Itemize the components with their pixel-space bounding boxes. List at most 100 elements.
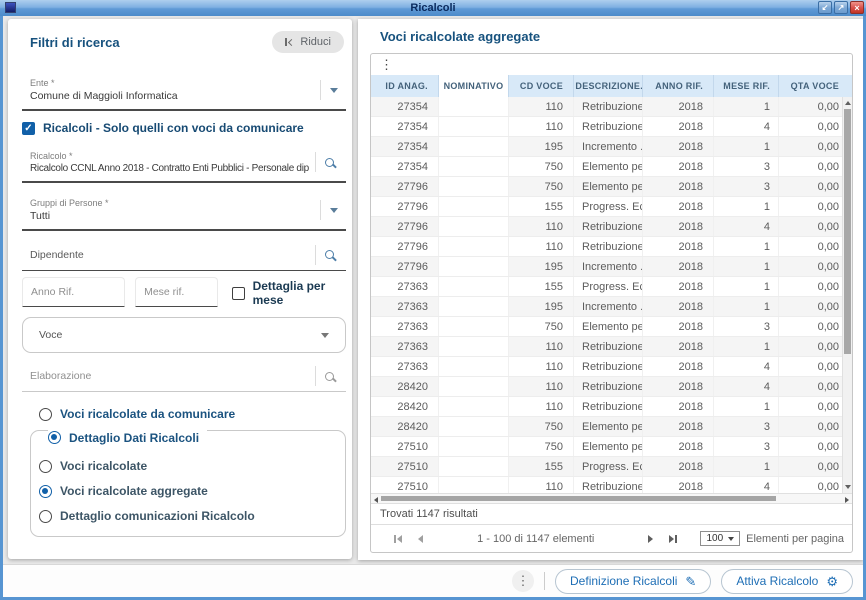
table-row[interactable]: 27363195Incremento ...201810,00 — [371, 297, 844, 317]
mese-rif-field[interactable]: Mese rif. — [135, 277, 218, 307]
ricalcolo-field[interactable]: Ricalcolo * Ricalcolo CCNL Anno 2018 - C… — [22, 145, 346, 183]
more-actions-button[interactable]: ⋮ — [512, 570, 534, 592]
radio-icon[interactable] — [39, 510, 52, 523]
radio-dettaglio-dati-ricalcoli[interactable]: Dettaglio Dati Ricalcoli — [48, 430, 207, 446]
table-cell: Retribuzione... — [574, 97, 643, 116]
anno-rif-field[interactable]: Anno Rif. — [22, 277, 125, 307]
table-cell: 27354 — [371, 117, 439, 136]
table-cell: Elemento pe... — [574, 157, 643, 176]
table-row[interactable]: 27796195Incremento ...201810,00 — [371, 257, 844, 277]
table-row[interactable]: 27354110Retribuzione...201840,00 — [371, 117, 844, 137]
radio-voci-ricalcolate-da-comunicare[interactable]: Voci ricalcolate da comunicare — [39, 406, 346, 422]
next-page-button[interactable] — [648, 535, 653, 543]
table-cell: 27796 — [371, 217, 439, 236]
table-cell: 1 — [714, 297, 779, 316]
dettaglio-dati-fieldset: Dettaglio Dati Ricalcoli Voci ricalcolat… — [30, 430, 346, 537]
table-row[interactable]: 28420750Elemento pe...201830,00 — [371, 417, 844, 437]
table-row[interactable]: 27354750Elemento pe...201830,00 — [371, 157, 844, 177]
search-icon[interactable] — [325, 158, 334, 167]
page-size-select[interactable]: 100 — [700, 531, 740, 546]
collapse-filters-button[interactable]: Riduci — [272, 31, 344, 53]
horizontal-scrollbar[interactable] — [371, 493, 852, 504]
gruppi-value: Tutti — [30, 210, 314, 222]
radio-voci-ricalcolate-aggregate[interactable]: Voci ricalcolate aggregate — [39, 483, 337, 499]
radio-icon[interactable] — [48, 431, 61, 444]
table-cell: 0,00 — [779, 477, 844, 493]
close-window-button[interactable]: × — [850, 1, 864, 14]
table-row[interactable]: 28420110Retribuzione...201810,00 — [371, 397, 844, 417]
definizione-ricalcoli-button[interactable]: Definizione Ricalcoli ✎ — [555, 569, 711, 594]
table-cell: 2018 — [643, 137, 714, 156]
chevron-down-icon[interactable] — [330, 88, 338, 93]
column-header-cd-voce[interactable]: CD VOCE — [509, 75, 574, 97]
maximize-window-button[interactable]: ↗ — [834, 1, 848, 14]
ente-field[interactable]: Ente * Comune di Maggioli Informatica — [22, 73, 346, 111]
radio-icon[interactable] — [39, 485, 52, 498]
column-header-nominativo[interactable]: NOMINATIVO — [439, 75, 509, 97]
restore-window-button[interactable]: ↙ — [818, 1, 832, 14]
column-header-descrizione[interactable]: DESCRIZIONE... — [574, 75, 643, 97]
vertical-scroll-thumb[interactable] — [844, 109, 851, 354]
radio-icon[interactable] — [39, 460, 52, 473]
attiva-ricalcolo-button[interactable]: Attiva Ricalcolo ⚙ — [721, 569, 853, 594]
table-cell: 750 — [509, 157, 574, 176]
gruppi-field[interactable]: Gruppi di Persone * Tutti — [22, 193, 346, 231]
table-cell — [439, 297, 509, 316]
table-row[interactable]: 27796155Progress. Ec...201810,00 — [371, 197, 844, 217]
app-window: Ricalcoli ↙ ↗ × Filtri di ricerca Riduci… — [0, 0, 866, 600]
table-row[interactable]: 27510155Progress. Ec...201810,00 — [371, 457, 844, 477]
vertical-scrollbar[interactable] — [842, 97, 852, 493]
search-icon[interactable] — [325, 372, 334, 381]
chevron-down-icon[interactable] — [330, 208, 338, 213]
chevron-down-icon[interactable] — [321, 333, 329, 338]
first-page-button[interactable] — [394, 535, 402, 543]
column-header-id-anag[interactable]: ID ANAG. — [371, 75, 439, 97]
dipendente-field[interactable]: Dipendente — [22, 241, 346, 271]
column-header-anno-rif[interactable]: ANNO RIF. — [643, 75, 714, 97]
table-row[interactable]: 27510750Elemento pe...201830,00 — [371, 437, 844, 457]
checkbox-icon[interactable] — [22, 122, 35, 135]
table-row[interactable]: 28420110Retribuzione...201840,00 — [371, 377, 844, 397]
window-titlebar[interactable]: Ricalcoli ↙ ↗ × — [0, 0, 866, 16]
column-header-mese-rif[interactable]: MESE RIF. — [714, 75, 779, 97]
column-header-qta-voce[interactable]: QTA VOCE — [779, 75, 844, 97]
table-cell: 195 — [509, 257, 574, 276]
table-cell: 110 — [509, 377, 574, 396]
search-icon[interactable] — [325, 250, 334, 259]
radio-voci-ricalcolate[interactable]: Voci ricalcolate — [39, 458, 337, 474]
table-cell: Progress. Ec... — [574, 277, 643, 296]
table-cell: 27363 — [371, 357, 439, 376]
previous-page-button[interactable] — [418, 535, 423, 543]
table-cell: 2018 — [643, 217, 714, 236]
radio-icon[interactable] — [39, 408, 52, 421]
table-row[interactable]: 27796110Retribuzione...201840,00 — [371, 217, 844, 237]
table-cell: Progress. Ec... — [574, 457, 643, 476]
table-row[interactable]: 27796750Elemento pe...201830,00 — [371, 177, 844, 197]
table-cell: 0,00 — [779, 237, 844, 256]
scroll-left-icon[interactable] — [374, 497, 378, 503]
last-page-button[interactable] — [669, 535, 677, 543]
table-cell: 110 — [509, 97, 574, 116]
horizontal-scroll-thumb[interactable] — [381, 496, 776, 501]
dettaglia-checkbox-row[interactable]: Dettaglia per mese — [232, 279, 346, 307]
checkbox-icon[interactable] — [232, 287, 245, 300]
radio-dettaglio-comunicazioni[interactable]: Dettaglio comunicazioni Ricalcolo — [39, 508, 337, 524]
table-row[interactable]: 27796110Retribuzione...201810,00 — [371, 237, 844, 257]
table-cell: 0,00 — [779, 257, 844, 276]
table-row[interactable]: 27363155Progress. Ec...201810,00 — [371, 277, 844, 297]
table-row[interactable]: 27363110Retribuzione...201840,00 — [371, 357, 844, 377]
table-row[interactable]: 27363750Elemento pe...201830,00 — [371, 317, 844, 337]
elaborazione-field[interactable]: Elaborazione — [22, 363, 346, 392]
table-row[interactable]: 27354110Retribuzione...201810,00 — [371, 97, 844, 117]
scroll-right-icon[interactable] — [845, 497, 849, 503]
voce-select[interactable]: Voce — [22, 317, 346, 353]
table-row[interactable]: 27510110Retribuzione...201840,00 — [371, 477, 844, 493]
scroll-down-icon[interactable] — [845, 485, 851, 489]
table-menu-button[interactable]: ⋮ — [380, 58, 393, 71]
table-row[interactable]: 27363110Retribuzione...201810,00 — [371, 337, 844, 357]
table-cell: 0,00 — [779, 417, 844, 436]
scroll-up-icon[interactable] — [845, 101, 851, 105]
table-row[interactable]: 27354195Incremento ...201810,00 — [371, 137, 844, 157]
table-body: 27354110Retribuzione...201810,0027354110… — [371, 97, 852, 493]
ricalcoli-checkbox-row[interactable]: Ricalcoli - Solo quelli con voci da comu… — [22, 121, 346, 135]
